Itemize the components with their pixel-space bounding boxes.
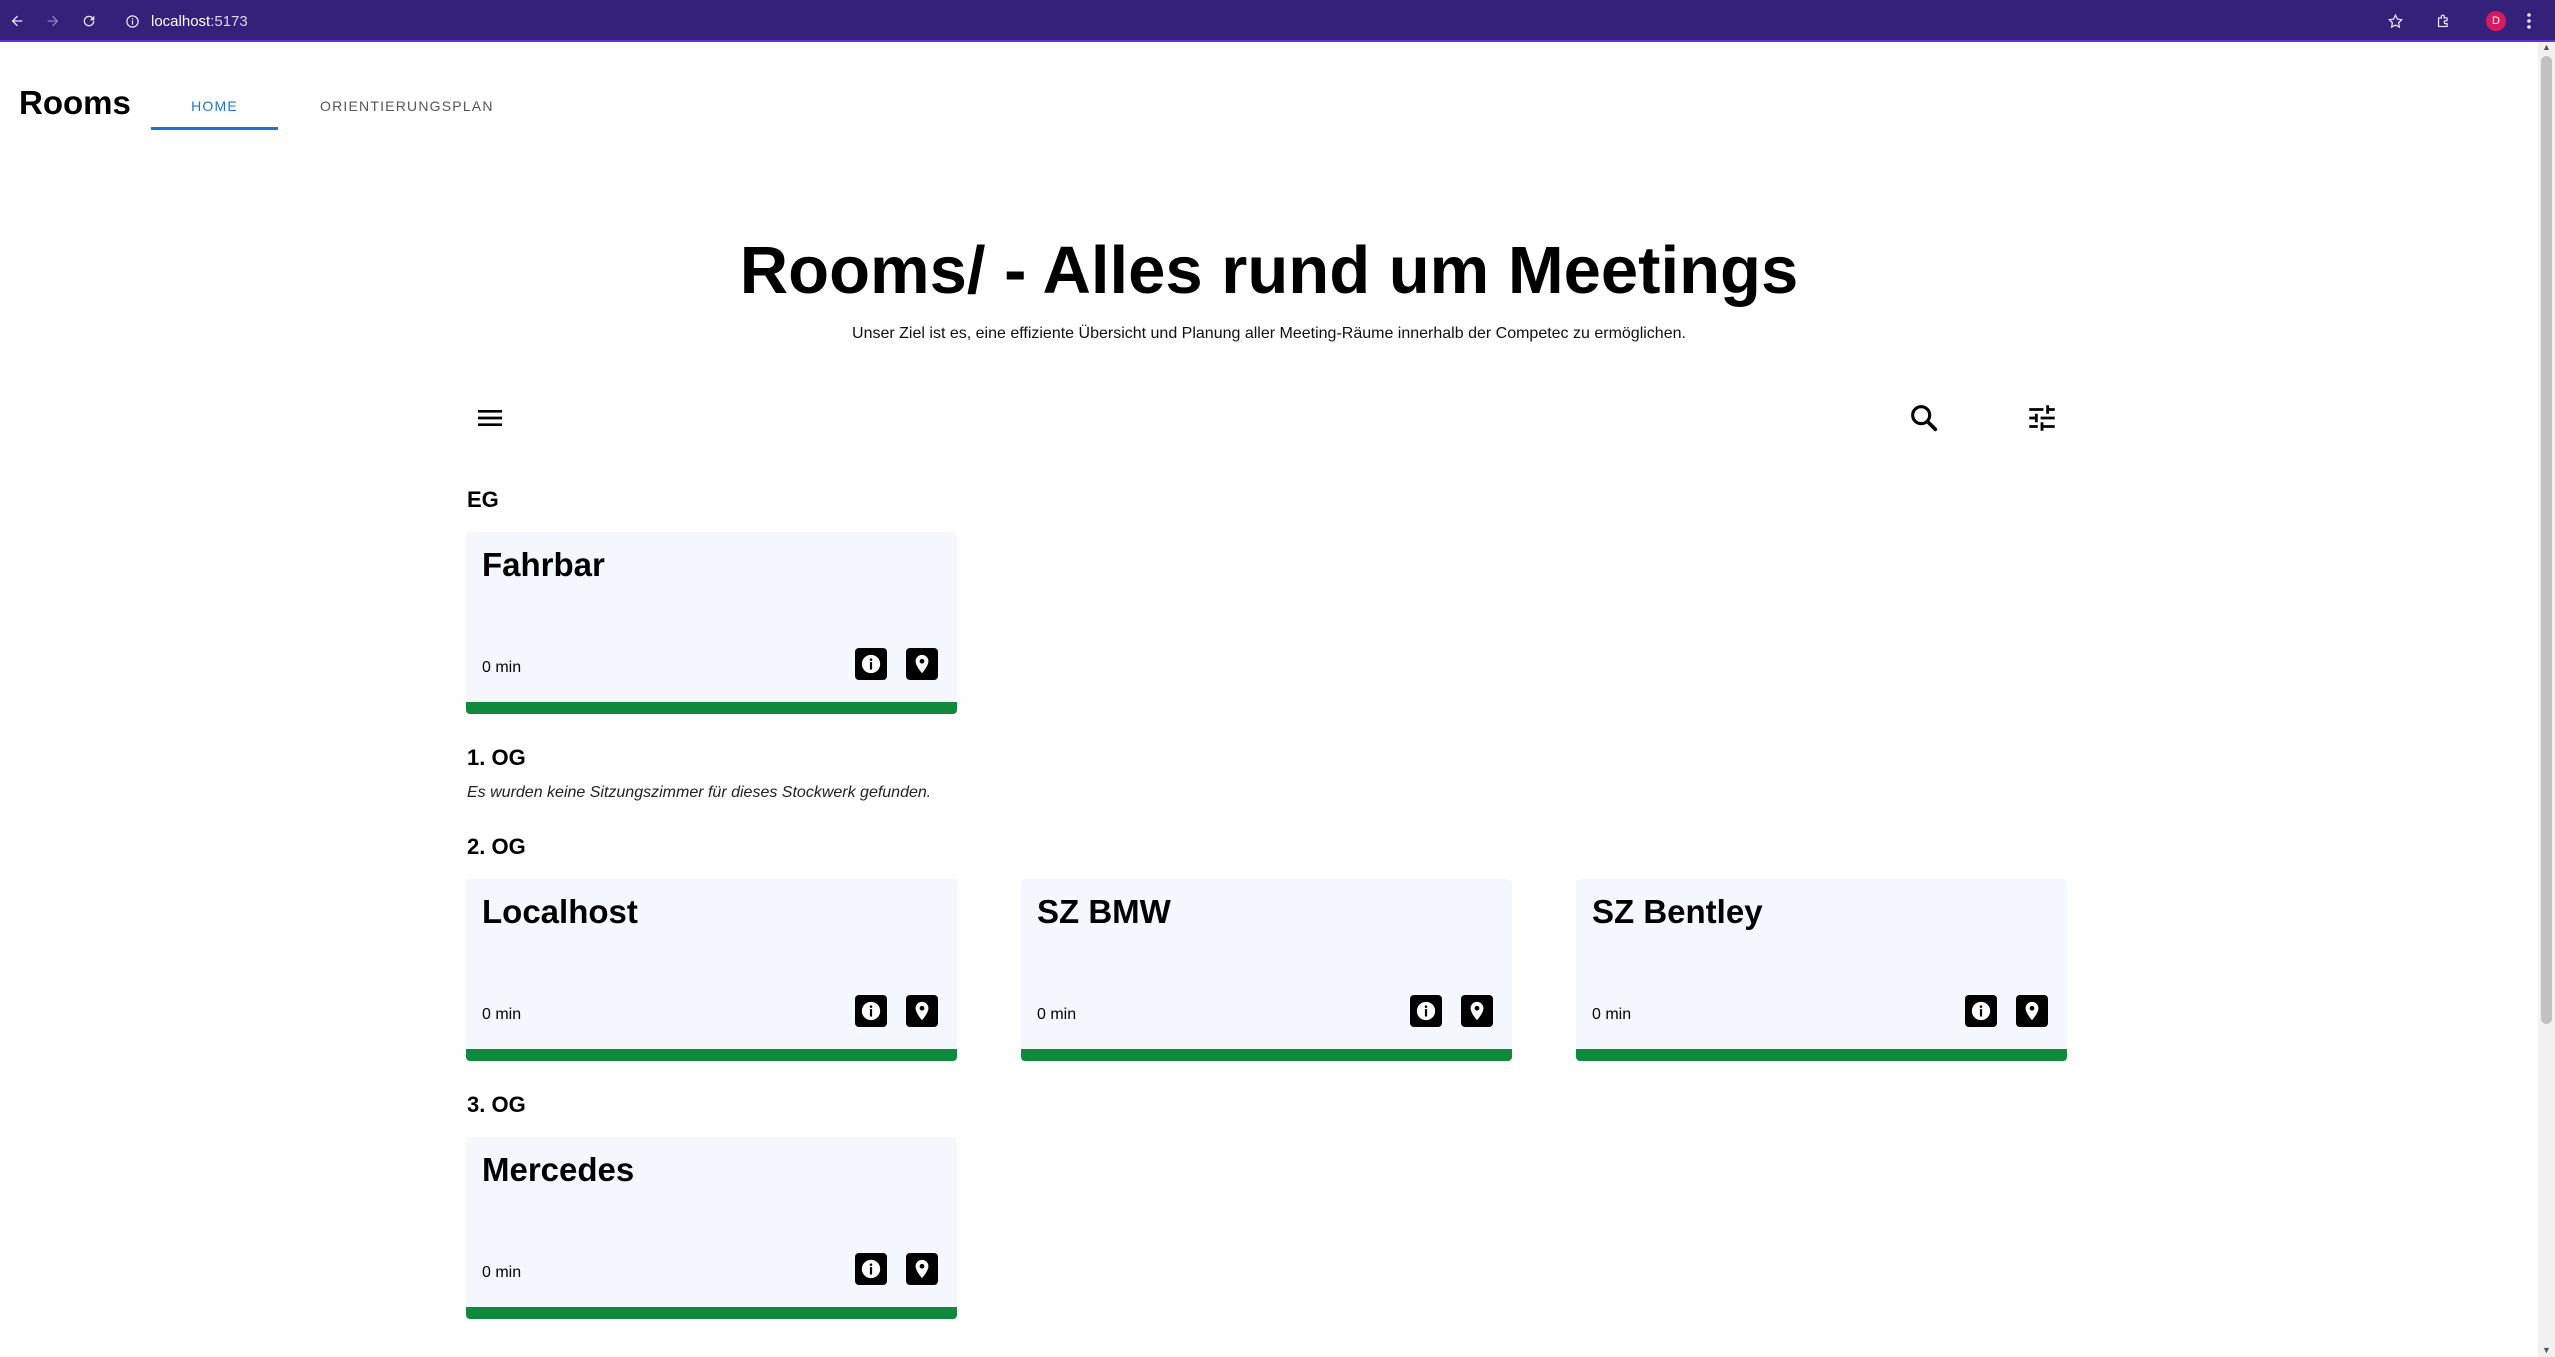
room-time: 0 min — [482, 1006, 522, 1023]
availability-bar — [466, 1307, 957, 1319]
page-scrollbar[interactable]: ▲ ▼ — [2538, 42, 2555, 1357]
room-time: 0 min — [482, 1264, 522, 1281]
tune-icon[interactable] — [2024, 400, 2060, 436]
scroll-up-icon[interactable]: ▲ — [2541, 42, 2552, 52]
room-name: Mercedes — [482, 1151, 635, 1188]
more-menu-icon[interactable] — [2520, 0, 2538, 42]
app-title: Rooms — [19, 84, 131, 121]
room-card-sz-bmw[interactable]: SZ BMW 0 min — [1021, 879, 1512, 1061]
room-time: 0 min — [482, 659, 522, 676]
bookmark-star-icon[interactable] — [2382, 0, 2408, 42]
tab-orientierungsplan[interactable]: ORIENTIERUNGSPLAN — [320, 98, 494, 114]
room-card-fahrbar[interactable]: Fahrbar 0 min — [466, 532, 957, 714]
info-icon[interactable] — [855, 995, 887, 1027]
browser-toolbar: localhost:5173 D — [0, 0, 2555, 42]
info-icon[interactable] — [855, 1253, 887, 1285]
location-pin-icon[interactable] — [1461, 995, 1493, 1027]
scrollbar-thumb[interactable] — [2541, 56, 2552, 1024]
room-time: 0 min — [1592, 1006, 1632, 1023]
availability-bar — [466, 1049, 957, 1061]
info-icon[interactable] — [1410, 995, 1442, 1027]
floor-heading-1og: 1. OG — [467, 745, 526, 770]
profile-avatar[interactable]: D — [2486, 11, 2506, 31]
url-host: localhost — [151, 12, 211, 30]
room-time: 0 min — [1037, 1006, 1077, 1023]
info-icon[interactable] — [855, 648, 887, 680]
floor-heading-eg: EG — [467, 487, 499, 512]
location-pin-icon[interactable] — [906, 1253, 938, 1285]
room-name: Localhost — [482, 893, 638, 930]
search-icon[interactable] — [1906, 400, 1942, 436]
room-card-localhost[interactable]: Localhost 0 min — [466, 879, 957, 1061]
room-card-sz-bentley[interactable]: SZ Bentley 0 min — [1576, 879, 2067, 1061]
site-info-icon[interactable] — [121, 0, 143, 42]
empty-floor-note: Es wurden keine Sitzungszimmer für diese… — [467, 784, 932, 801]
extensions-icon[interactable] — [2430, 0, 2456, 42]
room-name: Fahrbar — [482, 546, 605, 583]
page-subtitle: Unser Ziel ist es, eine effiziente Übers… — [852, 325, 1686, 342]
menu-icon[interactable] — [472, 400, 508, 436]
tab-home[interactable]: HOME — [151, 98, 278, 114]
address-bar[interactable]: localhost:5173 — [151, 0, 248, 42]
room-name: SZ BMW — [1037, 893, 1171, 930]
reload-icon[interactable] — [76, 0, 102, 42]
floor-heading-3og: 3. OG — [467, 1092, 526, 1117]
info-icon[interactable] — [1965, 995, 1997, 1027]
url-port: :5173 — [210, 12, 248, 30]
tab-active-indicator — [151, 127, 278, 130]
page-title: Rooms/ - Alles rund um Meetings — [739, 233, 1799, 308]
availability-bar — [1576, 1049, 2067, 1061]
room-name: SZ Bentley — [1592, 893, 1763, 930]
availability-bar — [466, 702, 957, 714]
floor-heading-2og: 2. OG — [467, 834, 526, 859]
room-card-mercedes[interactable]: Mercedes 0 min — [466, 1137, 957, 1319]
location-pin-icon[interactable] — [906, 995, 938, 1027]
location-pin-icon[interactable] — [906, 648, 938, 680]
forward-arrow-icon[interactable] — [40, 0, 66, 42]
back-arrow-icon[interactable] — [4, 0, 30, 42]
availability-bar — [1021, 1049, 1512, 1061]
scroll-down-icon[interactable]: ▼ — [2541, 1345, 2552, 1355]
location-pin-icon[interactable] — [2016, 995, 2048, 1027]
